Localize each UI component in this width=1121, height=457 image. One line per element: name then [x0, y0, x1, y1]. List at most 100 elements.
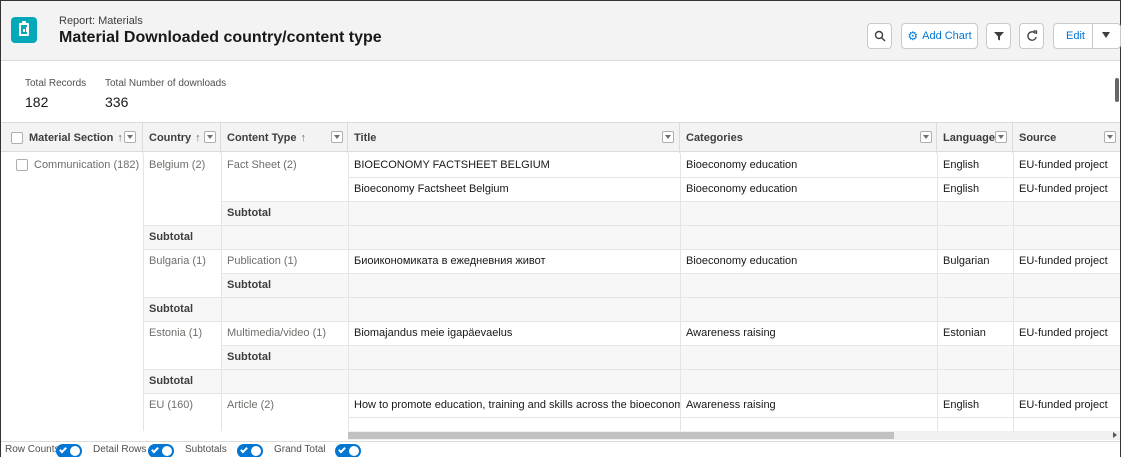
column-menu-icon[interactable] [920, 131, 932, 143]
column-header-language[interactable]: Language [937, 123, 1013, 153]
cell-language[interactable]: English [937, 153, 1013, 177]
cell-categories[interactable]: Bioeconomy education [680, 249, 937, 273]
scrollbar-thumb[interactable] [348, 432, 894, 439]
detail-rows-label: Detail Rows [93, 444, 147, 455]
column-menu-icon[interactable] [662, 131, 674, 143]
cell-categories[interactable]: Bioeconomy education [680, 153, 937, 177]
cell-source[interactable]: EU-funded project [1013, 153, 1120, 177]
edit-label: Edit [1066, 30, 1085, 42]
chart-gear-icon: ⚙ [907, 29, 919, 43]
refresh-icon [1026, 30, 1037, 41]
cell-content-type[interactable]: Fact Sheet (2) [221, 153, 348, 177]
subtotal-label: Subtotal [149, 303, 193, 315]
cell-language[interactable]: English [937, 393, 1013, 417]
subtotal-label: Subtotal [227, 207, 271, 219]
total-records-label: Total Records [25, 78, 87, 89]
horizontal-scrollbar[interactable] [348, 431, 1120, 440]
subtotal-label: Subtotal [149, 375, 193, 387]
row-checkbox[interactable] [16, 159, 28, 171]
report-icon [11, 17, 37, 43]
subtotal-row: Subtotal [0, 369, 1119, 393]
report-header: Report: Materials Material Downloaded co… [1, 1, 1121, 61]
column-header-country[interactable]: Country ↑ [143, 123, 221, 153]
check-icon [151, 445, 159, 454]
table-row: Bulgaria (1) Publication (1) Биоикономик… [0, 249, 1119, 273]
sort-asc-icon: ↑ [195, 132, 201, 144]
search-button[interactable] [867, 23, 892, 49]
search-icon [874, 30, 885, 42]
scroll-right-icon[interactable] [1113, 432, 1117, 438]
check-icon [240, 445, 248, 454]
column-header-title[interactable]: Title [348, 123, 680, 153]
column-menu-icon[interactable] [204, 131, 216, 143]
cell-source[interactable]: EU-funded project [1013, 321, 1120, 345]
table-row: EU (160) Article (2) How to promote educ… [0, 393, 1119, 417]
scrollbar[interactable] [1115, 78, 1119, 102]
refresh-button[interactable] [1019, 23, 1044, 49]
grand-total-label: Grand Total [274, 444, 326, 455]
cell-categories[interactable]: Bioeconomy education [680, 177, 937, 201]
column-menu-icon[interactable] [995, 131, 1007, 143]
cell-title[interactable]: Biomajandus meie igapäevaelus [348, 321, 680, 345]
table-row: Communication (182) Belgium (2) Fact She… [0, 153, 1119, 177]
subtotal-row: Subtotal [0, 345, 1119, 369]
cell-source[interactable]: EU-funded project [1013, 249, 1120, 273]
subtotals-label: Subtotals [185, 444, 227, 455]
add-chart-button[interactable]: ⚙ Add Chart [901, 23, 978, 49]
subtotals-toggle[interactable] [237, 444, 263, 457]
column-header-categories[interactable]: Categories [680, 123, 937, 153]
cell-title[interactable]: Bioeconomy Factsheet Belgium [348, 177, 680, 201]
filter-button[interactable] [986, 23, 1011, 49]
subtotal-label: Subtotal [149, 231, 193, 243]
subtotal-row: Subtotal [0, 201, 1119, 225]
cell-content-type[interactable]: Article (2) [221, 393, 348, 417]
add-chart-label: Add Chart [922, 30, 972, 42]
subtotal-label: Subtotal [227, 279, 271, 291]
detail-rows-toggle[interactable] [148, 444, 174, 457]
check-icon [338, 445, 346, 454]
cell-title[interactable]: BIOECONOMY FACTSHEET BELGIUM [348, 153, 680, 177]
column-header-material-section[interactable]: Material Section ↑ [1, 123, 143, 153]
column-menu-icon[interactable] [1104, 131, 1116, 143]
column-header-content-type[interactable]: Content Type ↑ [221, 123, 348, 153]
cell-title[interactable]: How to promote education, training and s… [348, 393, 680, 417]
filter-icon [993, 32, 1004, 41]
cell-language[interactable]: Bulgarian [937, 249, 1013, 273]
cell-material-section[interactable]: Communication (182) [10, 153, 142, 177]
cell-title[interactable]: Биоикономиката в ежедневния живот [348, 249, 680, 273]
report-footer: Row Counts Detail Rows Subtotals Grand T… [1, 441, 1120, 457]
cell-content-type[interactable]: Multimedia/video (1) [221, 321, 348, 345]
cell-country[interactable]: Belgium (2) [143, 153, 221, 177]
subtotal-row: Subtotal [0, 225, 1119, 249]
cell-categories[interactable]: Awareness raising [680, 393, 937, 417]
row-counts-toggle[interactable] [56, 444, 82, 457]
cell-country[interactable]: Bulgaria (1) [143, 249, 221, 273]
check-icon [59, 445, 67, 454]
cell-categories[interactable]: Awareness raising [680, 321, 937, 345]
total-downloads-value: 336 [105, 94, 129, 110]
total-records-value: 182 [25, 94, 49, 110]
cell-country[interactable]: EU (160) [143, 393, 221, 417]
report-title: Material Downloaded country/content type [59, 29, 382, 46]
column-menu-icon[interactable] [124, 131, 136, 143]
grand-total-toggle[interactable] [335, 444, 361, 457]
column-header-source[interactable]: Source [1013, 123, 1120, 153]
subtotal-label: Subtotal [227, 351, 271, 363]
cell-country[interactable]: Estonia (1) [143, 321, 221, 345]
cell-language[interactable]: Estonian [937, 321, 1013, 345]
select-all-checkbox[interactable] [11, 132, 23, 144]
column-menu-icon[interactable] [331, 131, 343, 143]
table-header-row: Material Section ↑ Country ↑ Content Typ… [1, 122, 1120, 153]
chevron-down-icon[interactable] [1102, 32, 1110, 38]
table-row: Bioeconomy Factsheet Belgium Bioeconomy … [0, 177, 1119, 201]
row-counts-label: Row Counts [5, 444, 60, 455]
table-row: Estonia (1) Multimedia/video (1) Biomaja… [0, 321, 1119, 345]
cell-content-type[interactable]: Publication (1) [221, 249, 348, 273]
edit-button[interactable]: Edit [1053, 23, 1121, 49]
sort-asc-icon: ↑ [300, 132, 306, 144]
cell-source[interactable]: EU-funded project [1013, 393, 1120, 417]
cell-source[interactable]: EU-funded project [1013, 177, 1120, 201]
report-subtitle: Report: Materials [59, 15, 143, 27]
sort-asc-icon: ↑ [117, 132, 123, 144]
cell-language[interactable]: English [937, 177, 1013, 201]
